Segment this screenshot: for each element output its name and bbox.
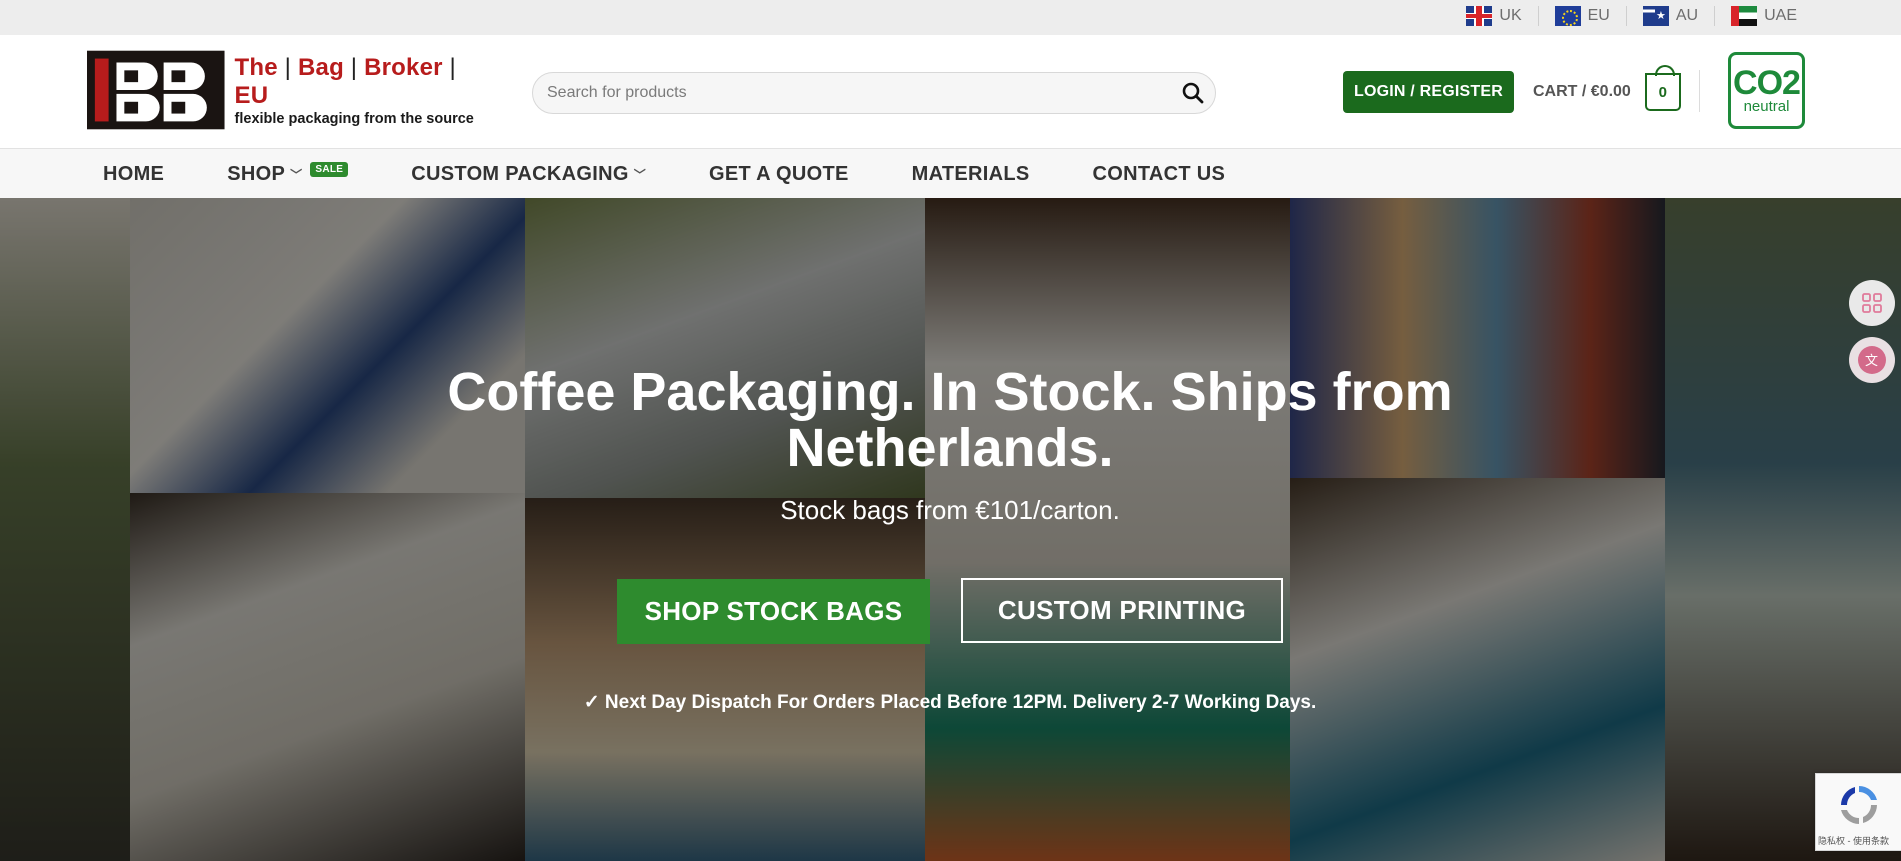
nav-item-materials[interactable]: MATERIALS — [897, 163, 1045, 186]
recaptcha-badge[interactable]: 隐私权 - 使用条款 — [1815, 773, 1901, 851]
hero-title: Coffee Packaging. In Stock. Ships from N… — [447, 362, 1453, 478]
region-switcher: UK EU AU UAE — [1450, 6, 1813, 26]
login-register-button[interactable]: LOGIN / REGISTER — [1343, 71, 1514, 113]
region-uae-link[interactable]: UAE — [1714, 6, 1813, 26]
nav-item-home[interactable]: HOME — [88, 163, 179, 186]
dispatch-note: ✓ Next Day Dispatch For Orders Placed Be… — [583, 692, 1317, 713]
logo-tagline: flexible packaging from the source — [234, 110, 474, 127]
logo-name: The | Bag | Broker | EU — [234, 53, 456, 109]
nav-item-get-a-quote[interactable]: GET A QUOTE — [694, 163, 864, 186]
co2-label: CO2 — [1733, 63, 1801, 102]
region-label: UK — [1499, 7, 1522, 24]
shop-stock-bags-button[interactable]: SHOP STOCK BAGS — [617, 579, 930, 644]
hero-banner: Coffee Packaging. In Stock. Ships from N… — [0, 198, 1901, 861]
flag-uae-icon — [1731, 6, 1758, 26]
custom-printing-button[interactable]: CUSTOM PRINTING — [961, 578, 1283, 643]
recaptcha-terms[interactable]: 隐私权 - 使用条款 — [1818, 834, 1889, 847]
hero-subtitle: Stock bags from €101/carton. — [780, 495, 1120, 525]
bb-logo-mark-icon — [87, 50, 225, 130]
recaptcha-icon — [1841, 786, 1877, 824]
top-bar: UK EU AU UAE — [0, 0, 1901, 35]
region-au-link[interactable]: AU — [1625, 6, 1714, 26]
region-label: AU — [1675, 7, 1699, 24]
apps-widget-button[interactable] — [1849, 280, 1895, 326]
region-eu-link[interactable]: EU — [1537, 6, 1626, 26]
main-navigation: HOME SHOP ﹀ SALE CUSTOM PACKAGING ﹀ GET … — [0, 148, 1901, 198]
grid-apps-icon — [1862, 293, 1882, 313]
chevron-down-icon: ﹀ — [290, 167, 303, 182]
svg-text:文: 文 — [1865, 354, 1878, 369]
search-input[interactable] — [533, 84, 1171, 102]
search-icon — [1182, 82, 1204, 104]
region-uk-link[interactable]: UK — [1450, 6, 1537, 26]
nav-item-shop[interactable]: SHOP ﹀ SALE — [212, 161, 363, 186]
flag-au-icon — [1642, 6, 1669, 26]
nav-item-contact-us[interactable]: CONTACT US — [1078, 163, 1241, 186]
translate-widget-button[interactable]: 文 — [1849, 337, 1895, 383]
co2-neutral-badge: CO2 neutral — [1728, 52, 1805, 129]
chevron-down-icon: ﹀ — [633, 167, 646, 182]
translate-icon: 文 — [1858, 346, 1886, 374]
region-label: EU — [1587, 7, 1610, 24]
cart-total: CART / €0.00 — [1533, 83, 1631, 100]
sale-badge: SALE — [310, 161, 349, 177]
logo-text: The | Bag | Broker | EU flexible packagi… — [235, 54, 492, 127]
co2-sub-label: neutral — [1743, 97, 1790, 115]
hero-overlay — [0, 198, 1901, 861]
flag-uk-icon — [1466, 6, 1493, 26]
site-logo[interactable]: The | Bag | Broker | EU flexible packagi… — [87, 50, 492, 130]
search-bar — [532, 72, 1216, 114]
nav-item-custom-packaging[interactable]: CUSTOM PACKAGING ﹀ — [396, 163, 661, 186]
header-divider — [1699, 70, 1700, 112]
search-button[interactable] — [1171, 73, 1215, 113]
cart-link[interactable]: CART / €0.00 0 — [1533, 65, 1681, 113]
cart-count-badge: 0 — [1644, 65, 1681, 111]
site-header: The | Bag | Broker | EU flexible packagi… — [0, 35, 1901, 148]
flag-eu-icon — [1554, 6, 1581, 26]
region-label: UAE — [1764, 7, 1797, 24]
